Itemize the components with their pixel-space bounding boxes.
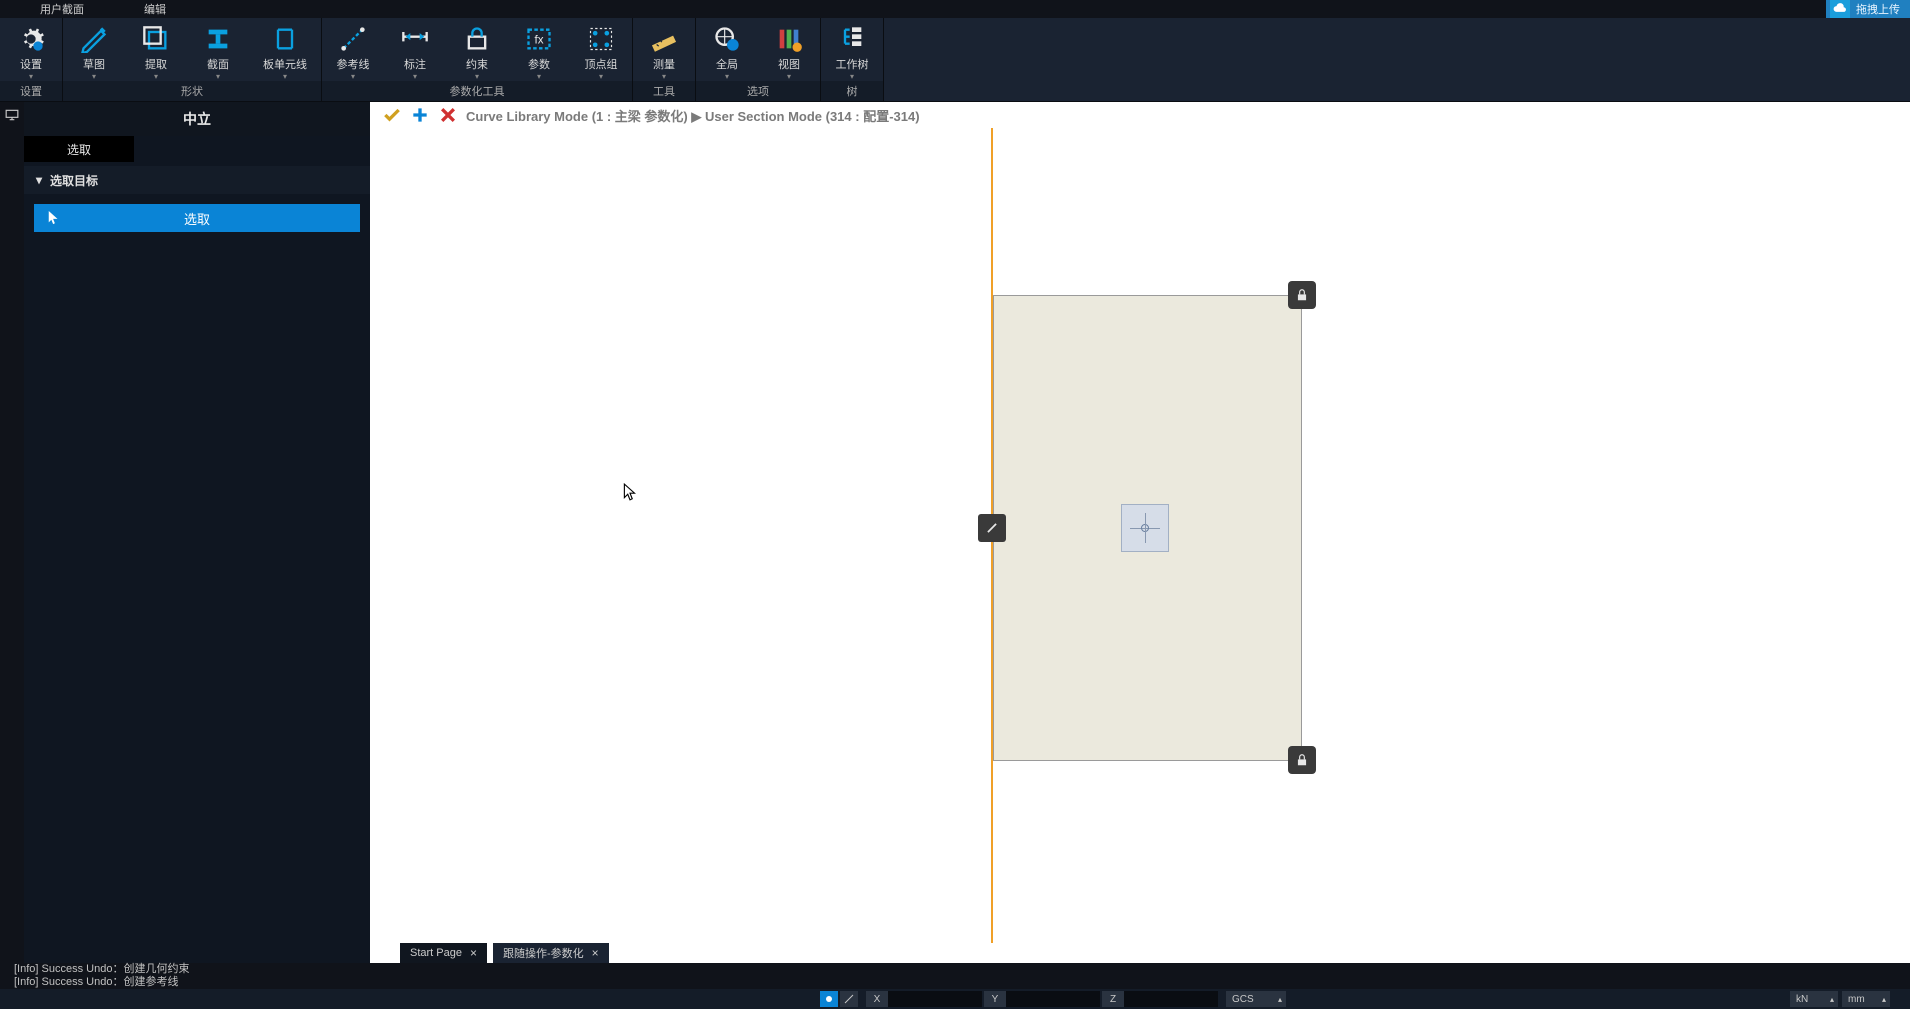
- param-icon: fx: [522, 24, 556, 54]
- ribbon-global[interactable]: 全局 ▾: [696, 18, 758, 81]
- canvas-header: Curve Library Mode (1 : 主梁 参数化) ▶ User S…: [370, 102, 1910, 128]
- ribbon-extract[interactable]: 提取 ▾: [125, 18, 187, 81]
- viewport[interactable]: [370, 128, 1910, 943]
- ribbon-vertex-group[interactable]: 顶点组 ▾: [570, 18, 632, 81]
- breadcrumb: Curve Library Mode (1 : 主梁 参数化) ▶ User S…: [466, 106, 920, 125]
- tab-follow-param[interactable]: 跟随操作-参数化 ×: [493, 943, 609, 963]
- ribbon-group-tool: 测量 ▾ 工具: [633, 18, 696, 101]
- section-select-target[interactable]: ▾ 选取目标: [24, 166, 370, 194]
- ribbon-sketch[interactable]: 草图 ▾: [63, 18, 125, 81]
- ref-line-icon: [336, 24, 370, 54]
- origin-marker[interactable]: [1121, 504, 1169, 552]
- svg-text:fx: fx: [534, 33, 543, 46]
- cursor-arrow-icon: [48, 211, 60, 225]
- ribbon-dimension[interactable]: 标注 ▾: [384, 18, 446, 81]
- panel-title: 中立: [24, 102, 370, 136]
- global-gear-icon: [710, 24, 744, 54]
- ribbon-view[interactable]: 视图 ▾: [758, 18, 820, 81]
- ribbon-group-tree: 工作树 ▾ 树: [821, 18, 884, 101]
- ribbon-constraint[interactable]: 约束 ▾: [446, 18, 508, 81]
- tree-icon: [835, 24, 869, 54]
- ribbon-group-options: 全局 ▾ 视图 ▾ 选项: [696, 18, 821, 101]
- menubar: 用户截面 编辑: [0, 0, 1910, 18]
- menu-edit[interactable]: 编辑: [144, 1, 166, 17]
- monitor-icon[interactable]: [4, 108, 20, 122]
- coord-y[interactable]: Y: [984, 991, 1100, 1007]
- close-icon[interactable]: ×: [470, 946, 477, 960]
- ribbon-section[interactable]: 截面 ▾: [187, 18, 249, 81]
- left-panel: 中立 选取 ▾ 选取目标 选取: [0, 102, 370, 963]
- ribbon: 设置 ▾ 设置 草图 ▾ 提取 ▾ 截面 ▾: [0, 18, 1910, 102]
- coord-z[interactable]: Z: [1102, 991, 1218, 1007]
- status-bar: X Y Z GCS▴ kN▴ mm▴: [0, 989, 1910, 1009]
- ribbon-plate-line[interactable]: 板单元线 ▾: [249, 18, 321, 81]
- measure-icon: [647, 24, 681, 54]
- ribbon-ref-line[interactable]: 参考线 ▾: [322, 18, 384, 81]
- left-strip: [0, 102, 24, 963]
- ribbon-group-shape: 草图 ▾ 提取 ▾ 截面 ▾ 板单元线 ▾ 形状: [63, 18, 322, 101]
- sketch-icon: [77, 24, 111, 54]
- confirm-icon[interactable]: [382, 105, 402, 125]
- upload-button[interactable]: 拖拽上传: [1826, 0, 1910, 18]
- plate-line-icon: [268, 24, 302, 54]
- coord-system-select[interactable]: GCS▴: [1226, 991, 1286, 1007]
- length-unit-select[interactable]: mm▴: [1842, 991, 1890, 1007]
- ribbon-worktree[interactable]: 工作树 ▾: [821, 18, 883, 81]
- select-button[interactable]: 选取: [34, 204, 360, 232]
- close-icon[interactable]: ×: [592, 946, 599, 960]
- log-area: [Info] Success Undo：创建几何约束 [Info] Succes…: [0, 963, 1910, 989]
- lock-badge-bottom[interactable]: [1288, 746, 1316, 774]
- view-icon: [772, 24, 806, 54]
- upload-icon: [1830, 0, 1850, 18]
- ribbon-settings[interactable]: 设置 ▾: [0, 18, 62, 81]
- ribbon-group-param-tools: 参考线 ▾ 标注 ▾ 约束 ▾ fx 参数 ▾ 顶点组 ▾: [322, 18, 633, 101]
- force-unit-select[interactable]: kN▴: [1790, 991, 1838, 1007]
- dimension-icon: [398, 24, 432, 54]
- snap-line-button[interactable]: [840, 991, 858, 1007]
- extract-icon: [139, 24, 173, 54]
- edge-badge-left[interactable]: [978, 514, 1006, 542]
- vertex-group-icon: [584, 24, 618, 54]
- panel-tab-select[interactable]: 选取: [24, 136, 134, 162]
- tab-start-page[interactable]: Start Page ×: [400, 943, 487, 963]
- menu-user-interface[interactable]: 用户截面: [40, 1, 84, 17]
- canvas: Curve Library Mode (1 : 主梁 参数化) ▶ User S…: [370, 102, 1910, 963]
- add-icon[interactable]: [410, 105, 430, 125]
- cancel-icon[interactable]: [438, 105, 458, 125]
- ribbon-param[interactable]: fx 参数 ▾: [508, 18, 570, 81]
- constraint-icon: [460, 24, 494, 54]
- gear-icon: [14, 24, 48, 54]
- lock-badge-top[interactable]: [1288, 281, 1316, 309]
- section-icon: [201, 24, 235, 54]
- chevron-down-icon: ▾: [36, 173, 42, 187]
- log-line: [Info] Success Undo：创建参考线: [14, 976, 1896, 989]
- snap-point-button[interactable]: [820, 991, 838, 1007]
- ribbon-group-settings: 设置 ▾ 设置: [0, 18, 63, 101]
- ribbon-measure[interactable]: 测量 ▾: [633, 18, 695, 81]
- cursor-indicator: [623, 483, 639, 499]
- canvas-tabs: Start Page × 跟随操作-参数化 ×: [370, 943, 609, 963]
- log-line: [Info] Success Undo：创建几何约束: [14, 963, 1896, 976]
- coord-x[interactable]: X: [866, 991, 982, 1007]
